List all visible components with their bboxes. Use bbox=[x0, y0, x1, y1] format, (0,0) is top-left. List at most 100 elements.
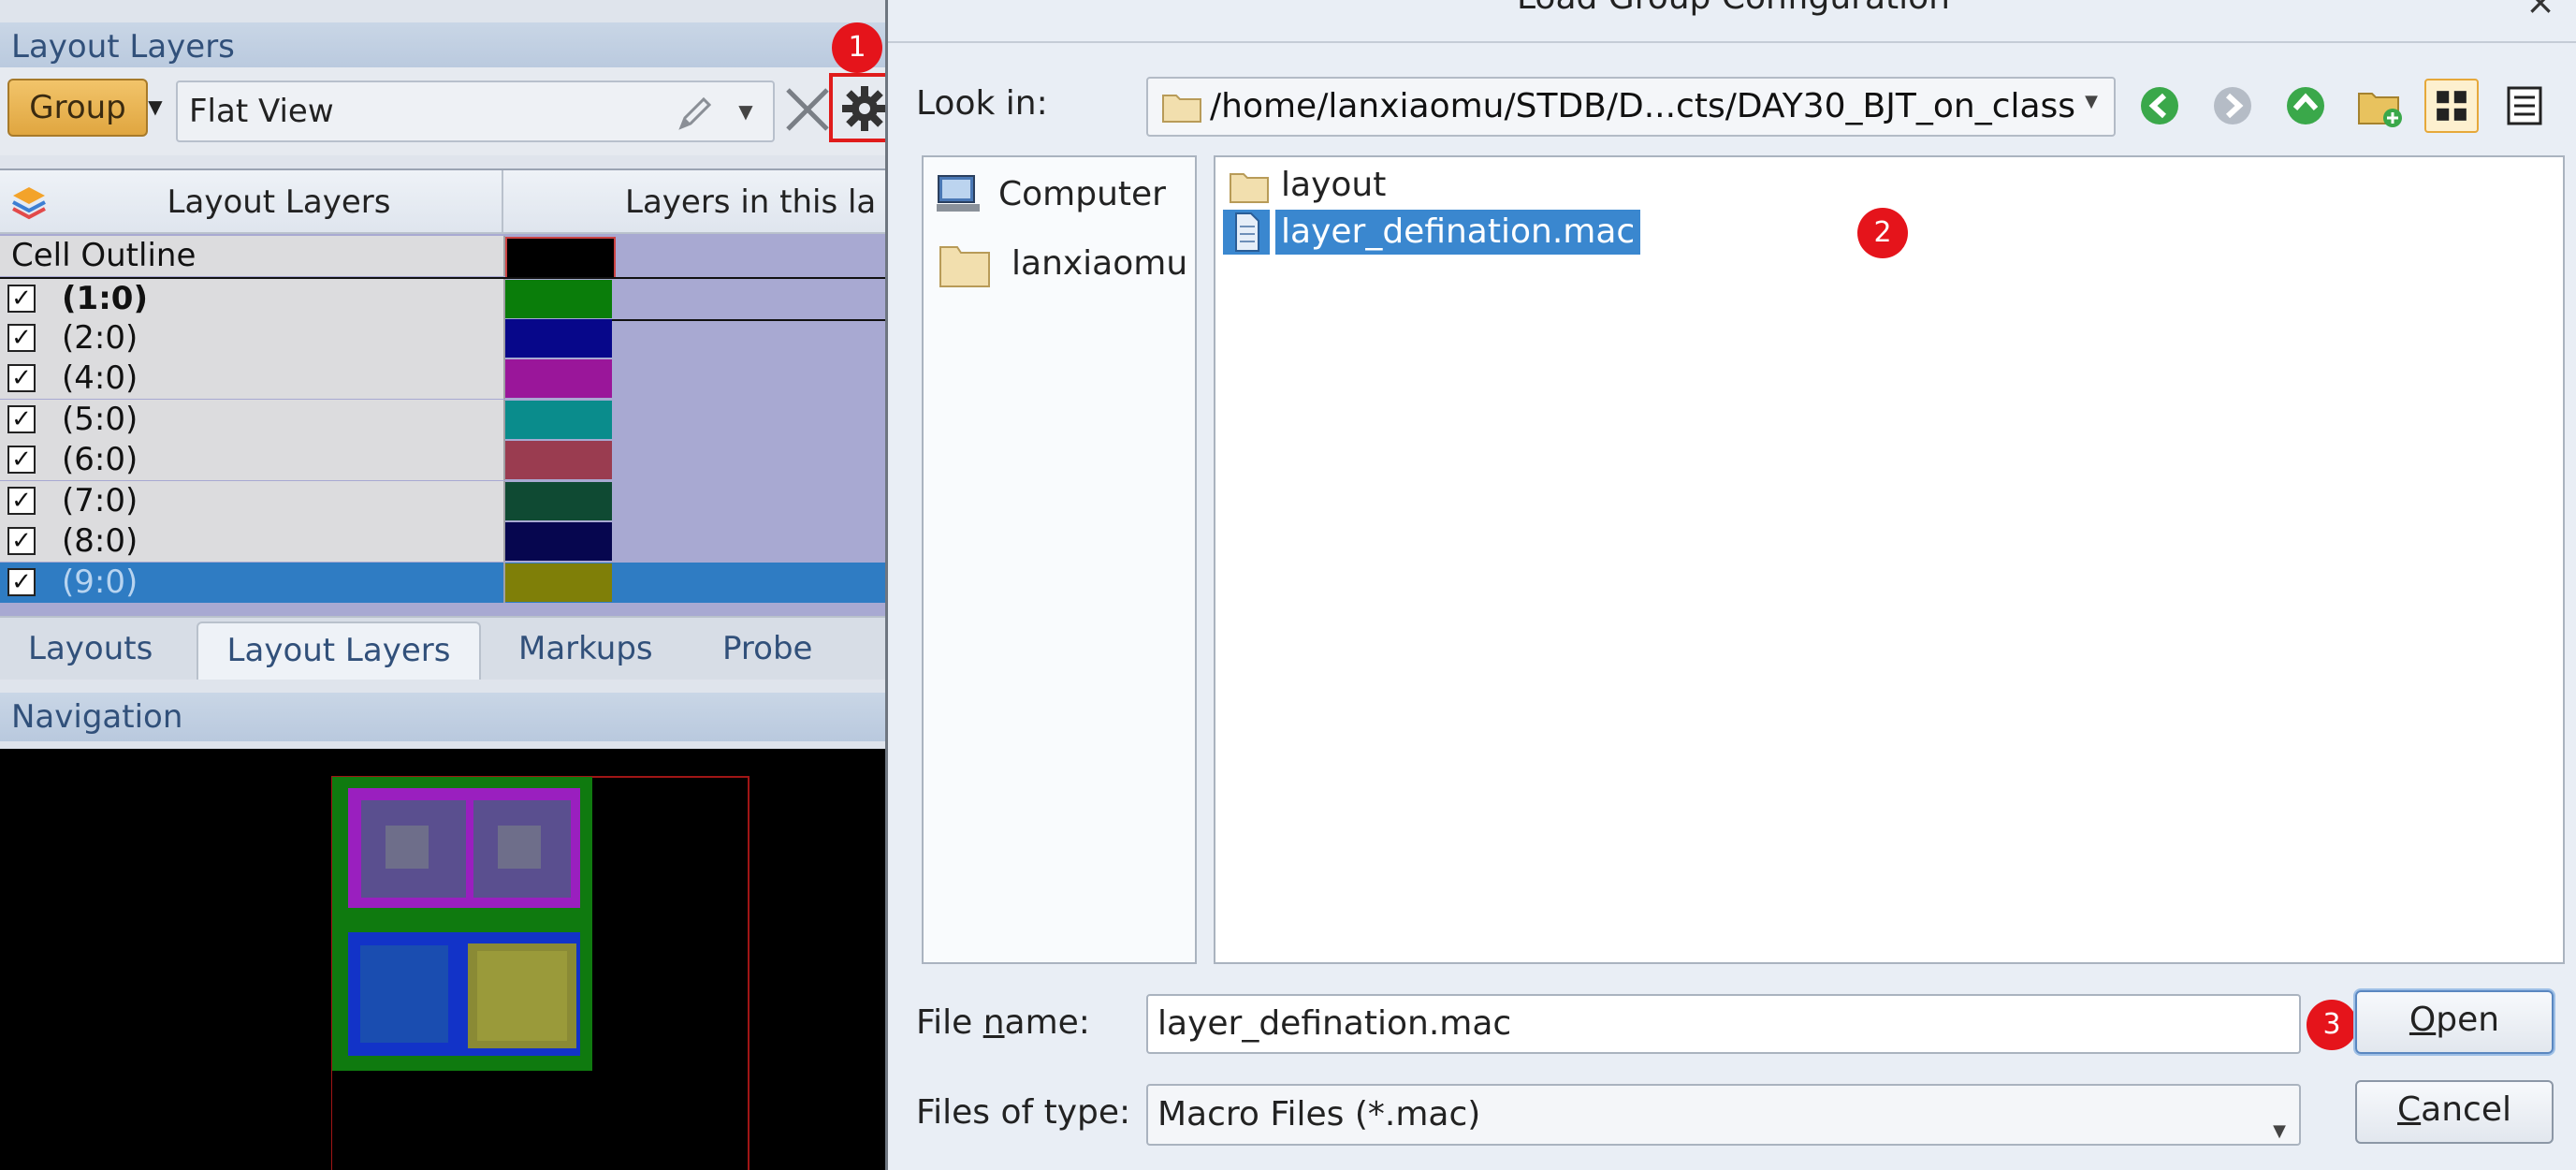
file-item-layer-defination[interactable]: layer_defination.mac bbox=[1223, 210, 1691, 255]
layer-visible-checkbox[interactable]: ✓ bbox=[7, 323, 36, 352]
layer-visible-checkbox[interactable]: ✓ bbox=[7, 486, 36, 515]
open-button[interactable]: Open bbox=[2355, 990, 2554, 1054]
file-name-input[interactable]: layer_defination.mac bbox=[1146, 994, 2301, 1054]
file-name: layout bbox=[1281, 166, 1387, 204]
dialog-title: Load Group Configuration bbox=[888, 0, 2576, 43]
layer-color-swatch[interactable] bbox=[505, 280, 612, 318]
annotation-badge-1: 1 bbox=[832, 22, 882, 73]
layer-row[interactable]: ✓ (6:0) bbox=[0, 440, 885, 480]
up-folder-icon[interactable] bbox=[2278, 79, 2333, 133]
forward-arrow-icon[interactable] bbox=[2205, 79, 2260, 133]
layer-visible-checkbox[interactable]: ✓ bbox=[7, 285, 36, 313]
computer-icon bbox=[937, 175, 980, 212]
group-dropdown-arrow-icon[interactable]: ▼ bbox=[144, 88, 167, 125]
navigation-title: Navigation bbox=[0, 693, 885, 741]
layer-row[interactable]: ✓ (7:0) bbox=[0, 480, 885, 521]
layer-name: (4:0) bbox=[62, 359, 138, 397]
layer-row[interactable]: ✓ (9:0) bbox=[0, 562, 885, 603]
new-folder-icon[interactable] bbox=[2351, 79, 2406, 133]
layer-color-swatch[interactable] bbox=[505, 359, 612, 398]
file-icon bbox=[1223, 210, 1270, 255]
folder-icon bbox=[1230, 173, 1269, 203]
layer-name: (9:0) bbox=[62, 563, 138, 601]
layer-color-swatch[interactable] bbox=[505, 318, 612, 358]
layers-tab-bar: Layouts Layout Layers Markups Probe bbox=[0, 616, 885, 680]
chevron-down-icon[interactable]: ▼ bbox=[2273, 1103, 2286, 1161]
tab-markups[interactable]: Markups bbox=[518, 622, 653, 678]
open-mnemonic: O bbox=[2409, 1001, 2437, 1039]
chevron-down-icon[interactable]: ▼ bbox=[2080, 92, 2103, 114]
tab-layouts[interactable]: Layouts bbox=[28, 622, 153, 678]
layer-row[interactable]: ✓ (2:0) bbox=[0, 317, 885, 358]
back-arrow-icon[interactable] bbox=[2132, 79, 2187, 133]
layers-panel-title: Layout Layers bbox=[0, 22, 885, 71]
layer-color-swatch[interactable] bbox=[505, 563, 612, 602]
open-label: pen bbox=[2436, 1001, 2500, 1039]
navigation-view[interactable] bbox=[0, 749, 885, 1170]
look-in-select[interactable]: /home/lanxiaomu/STDB/D...cts/DAY30_BJT_o… bbox=[1146, 77, 2116, 137]
chevron-down-icon[interactable]: ▼ bbox=[732, 97, 760, 125]
layer-name-cell: ✓ (9:0) bbox=[0, 562, 505, 603]
detail-view-icon[interactable] bbox=[2497, 79, 2552, 133]
layer-visible-checkbox[interactable]: ✓ bbox=[7, 527, 36, 555]
layer-row[interactable]: ✓ (5:0) bbox=[0, 399, 885, 440]
layer-name-cell: ✓ (7:0) bbox=[0, 480, 505, 521]
file-name-label: File name: bbox=[916, 1003, 1090, 1042]
places-sidebar: Computer lanxiaomu bbox=[922, 155, 1197, 964]
layers-stack-icon bbox=[12, 187, 46, 220]
layer-name-cell: ✓ (1:0) bbox=[0, 279, 505, 319]
layers-table-header: Layout Layers Layers in this la bbox=[0, 170, 885, 234]
layer-name-cell: ✓ (8:0) bbox=[0, 521, 505, 562]
delete-x-icon[interactable] bbox=[782, 84, 833, 135]
view-select[interactable]: Flat View ▼ bbox=[176, 80, 775, 142]
file-name-label-part: ame: bbox=[1004, 1003, 1090, 1042]
place-home[interactable]: lanxiaomu bbox=[931, 236, 1202, 292]
file-name-label-mnemonic: n bbox=[982, 1003, 1005, 1042]
layer-name: (1:0) bbox=[62, 280, 148, 317]
layer-name: (7:0) bbox=[62, 481, 138, 519]
layer-name: (2:0) bbox=[62, 318, 138, 357]
cancel-button[interactable]: Cancel bbox=[2355, 1080, 2554, 1144]
group-button[interactable]: Group bbox=[7, 79, 148, 137]
folder-icon bbox=[1162, 95, 1201, 123]
layer-color-swatch[interactable] bbox=[505, 522, 612, 561]
file-name-label-part: File bbox=[916, 1003, 983, 1042]
layer-name-cell: ✓ (4:0) bbox=[0, 358, 505, 399]
layer-visible-checkbox[interactable]: ✓ bbox=[7, 567, 36, 596]
folder-icon bbox=[939, 246, 990, 287]
title-separator bbox=[888, 41, 2576, 43]
layer-row[interactable]: ✓ (1:0) bbox=[0, 277, 885, 321]
layer-name-cell: ✓ (6:0) bbox=[0, 440, 505, 480]
column-header-layers-in-layout[interactable]: Layers in this la bbox=[505, 170, 885, 234]
place-label: Computer bbox=[998, 175, 1166, 213]
pencil-icon[interactable] bbox=[674, 92, 717, 135]
list-view-icon[interactable] bbox=[2424, 79, 2479, 133]
layer-visible-checkbox[interactable]: ✓ bbox=[7, 364, 36, 392]
place-computer[interactable]: Computer bbox=[931, 167, 1184, 223]
layer-visible-checkbox[interactable]: ✓ bbox=[7, 446, 36, 474]
column-header-layout-layers[interactable]: Layout Layers bbox=[56, 170, 503, 234]
layer-row[interactable]: ✓ (8:0) bbox=[0, 521, 885, 562]
layer-color-swatch[interactable] bbox=[505, 441, 612, 479]
layer-color-swatch[interactable] bbox=[505, 481, 612, 520]
gear-highlight-box bbox=[829, 73, 885, 142]
layers-toolbar: Group ▼ Flat View ▼ bbox=[0, 67, 885, 155]
files-of-type-select[interactable]: Macro Files (*.mac) ▼ bbox=[1146, 1084, 2301, 1146]
close-icon[interactable]: × bbox=[2522, 0, 2559, 21]
file-item-layout[interactable]: layout bbox=[1223, 163, 1597, 208]
layer-name-cell: Cell Outline bbox=[0, 236, 505, 276]
layer-row-cell-outline[interactable]: Cell Outline bbox=[0, 236, 885, 279]
layer-name-cell: ✓ (2:0) bbox=[0, 317, 505, 358]
layout-layers-panel: Layout Layers Group ▼ Flat View ▼ Layout… bbox=[0, 0, 885, 1170]
annotation-badge-2: 2 bbox=[1857, 208, 1908, 258]
layer-color-swatch[interactable] bbox=[505, 400, 612, 439]
layer-color-swatch bbox=[505, 237, 616, 279]
tab-layout-layers[interactable]: Layout Layers bbox=[196, 622, 481, 680]
layers-table: Layout Layers Layers in this la Cell Out… bbox=[0, 168, 885, 616]
layer-visible-checkbox[interactable]: ✓ bbox=[7, 404, 36, 433]
tab-probe[interactable]: Probe bbox=[722, 622, 812, 678]
layer-row[interactable]: ✓ (4:0) bbox=[0, 358, 885, 399]
layout-preview-graphic bbox=[331, 776, 750, 1170]
file-list: layout layer_defination.mac bbox=[1214, 155, 2565, 964]
place-label: lanxiaomu bbox=[1011, 244, 1188, 283]
